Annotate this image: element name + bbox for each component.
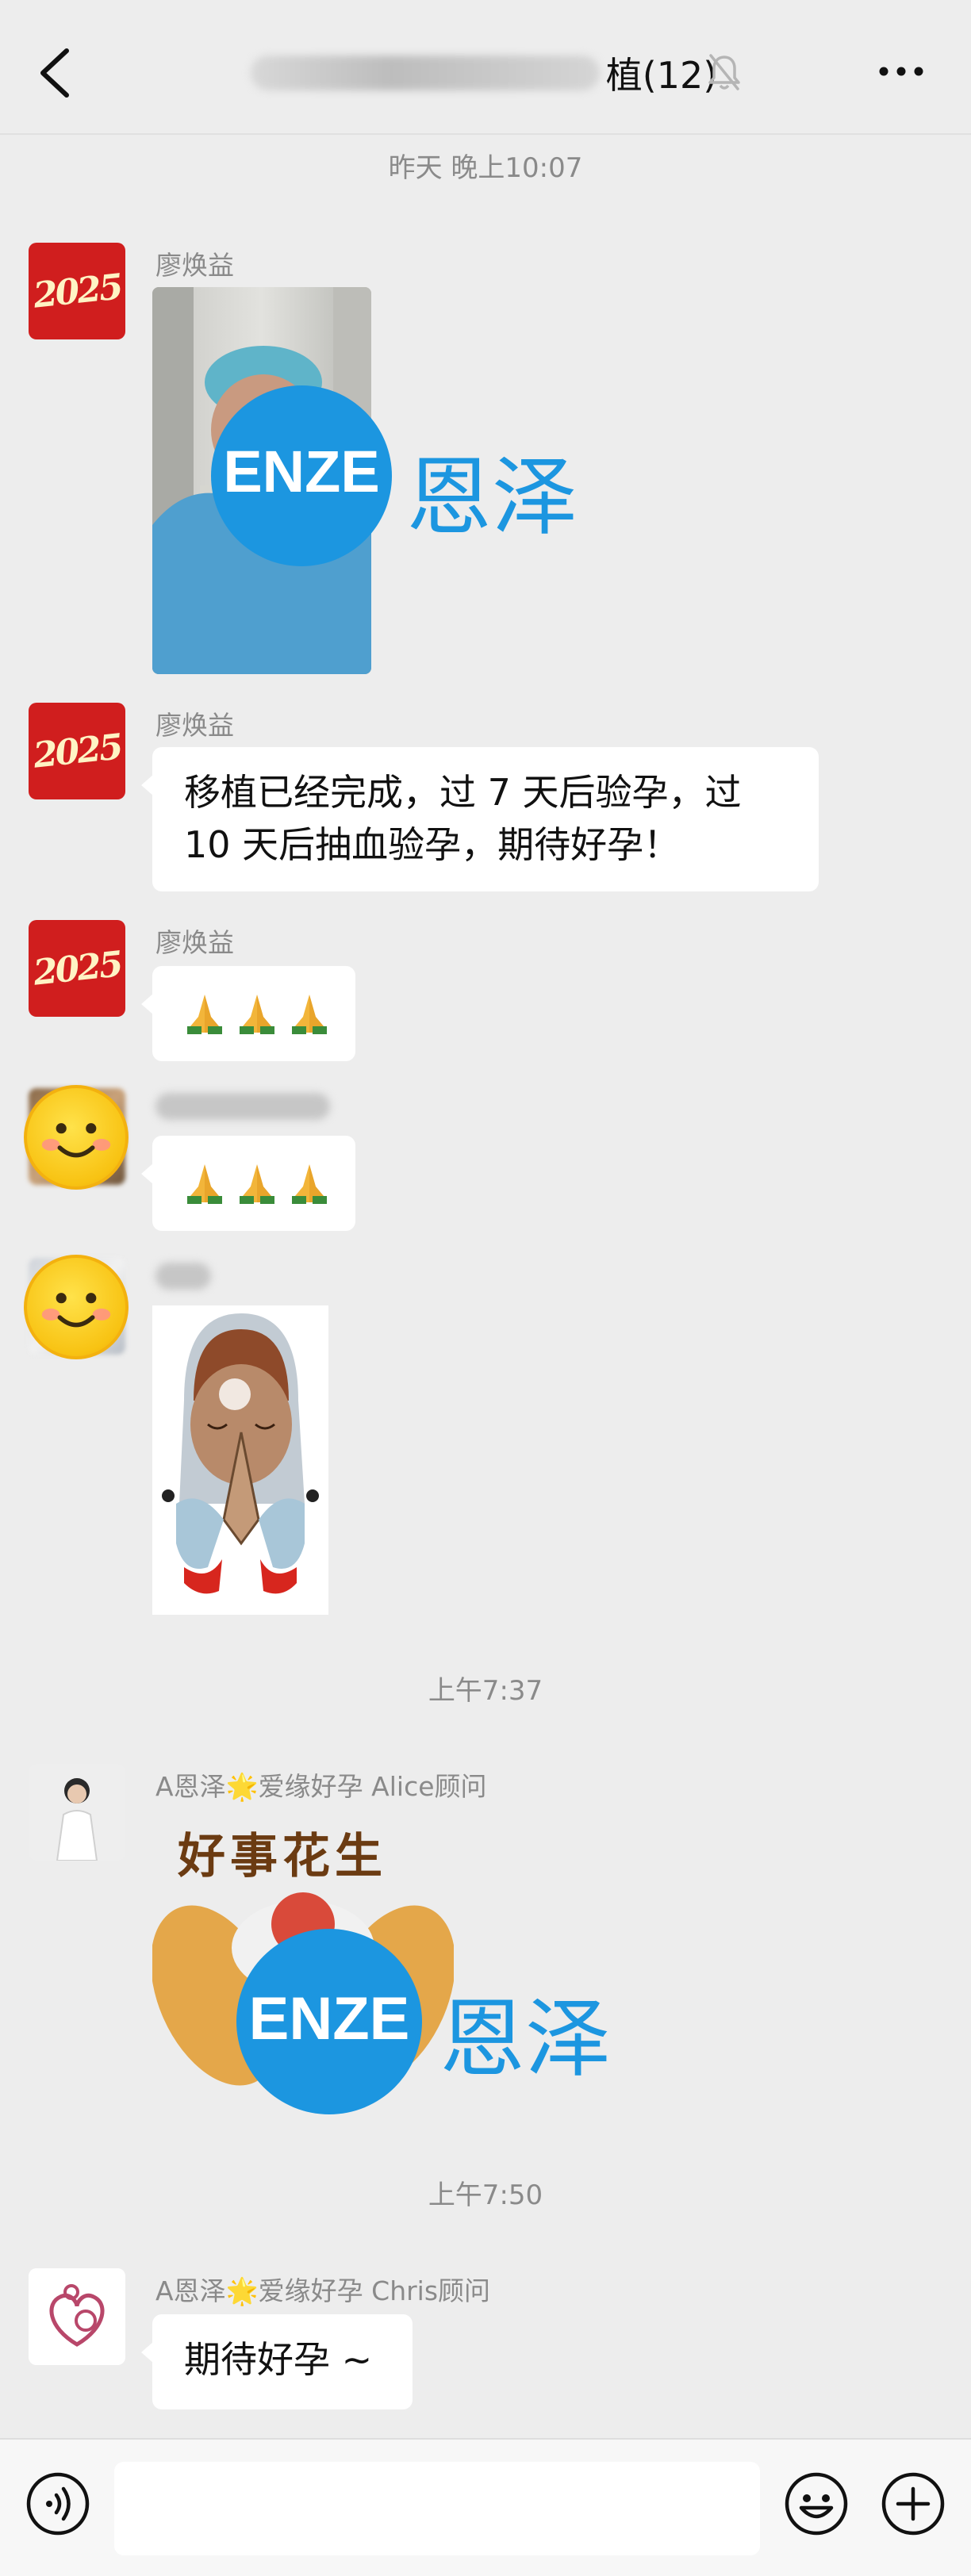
voice-icon[interactable] — [25, 2471, 90, 2536]
message-text-line: 10 天后抽血验孕，期待好孕！ — [184, 823, 681, 866]
blurred-sender-name — [155, 1263, 211, 1296]
pray-emoji-icon — [289, 991, 330, 1036]
praying-sticker — [152, 1305, 328, 1615]
avatar[interactable] — [29, 1764, 125, 1861]
watermark-cn-text: 恩泽 — [406, 448, 578, 547]
avatar[interactable] — [24, 1255, 129, 1359]
avatar[interactable]: 2025 — [29, 243, 125, 339]
pray-emoji-icon — [184, 1161, 225, 1206]
more-dots-icon[interactable] — [877, 63, 925, 79]
pray-emoji-icon — [236, 1161, 278, 1206]
chevron-left-icon[interactable] — [32, 44, 76, 102]
emoji-icon[interactable] — [784, 2471, 849, 2536]
text-message-bubble[interactable]: 期待好孕 ~ — [141, 2314, 413, 2409]
avatar[interactable]: 2025 — [29, 920, 125, 1017]
smiley-face-icon — [24, 1085, 129, 1190]
message-text-line: 移植已经完成，过 7 天后验孕，过 — [184, 771, 742, 814]
sender-name: A恩泽🌟爱缘好孕 Chris顾问 — [155, 2275, 491, 2306]
avatar[interactable] — [24, 1085, 129, 1190]
message-text-line: 期待好孕 ~ — [184, 2338, 373, 2381]
watermark-cn-text: 恩泽 — [439, 1990, 612, 2089]
text-message-bubble[interactable]: 移植已经完成，过 7 天后验孕，过 10 天后抽血验孕，期待好孕！ — [141, 747, 819, 891]
chat-title[interactable]: 植(12) — [214, 41, 754, 105]
pray-emoji-icon — [289, 1161, 330, 1206]
bell-muted-icon — [708, 54, 740, 90]
sender-name: A恩泽🌟爱缘好孕 Alice顾问 — [155, 1771, 487, 1802]
sender-name: 廖焕益 — [155, 710, 234, 741]
avatar-logo — [29, 2268, 125, 2365]
avatar-text: 2025 — [31, 726, 123, 776]
blurred-sender-name — [155, 1093, 330, 1126]
chat-input-bar — [0, 2438, 971, 2576]
avatar-photo — [29, 1764, 125, 1861]
chat-title-suffix: 植(12) — [605, 54, 718, 97]
sender-name: 廖焕益 — [155, 927, 234, 958]
sender-name: 廖焕益 — [155, 250, 234, 281]
watermark-enze-text: ENZE — [248, 1985, 410, 2053]
avatar-text: 2025 — [31, 266, 123, 316]
timestamp: 昨天 晚上10:07 — [388, 152, 583, 184]
timestamp: 上午7:50 — [428, 2179, 543, 2211]
message-input[interactable] — [114, 2462, 760, 2555]
watermark-enze-text: ENZE — [223, 439, 380, 504]
smiley-face-icon — [24, 1255, 129, 1359]
avatar-text: 2025 — [31, 943, 123, 994]
chat-header: 植(12) — [0, 0, 971, 135]
sticker-message[interactable] — [152, 1305, 328, 1615]
blurred-group-name — [250, 56, 600, 90]
pray-emoji-icon — [236, 991, 278, 1036]
pray-emoji-icon — [184, 991, 225, 1036]
plus-icon[interactable] — [881, 2471, 946, 2536]
emoji-message-bubble[interactable] — [141, 966, 355, 1061]
timestamp: 上午7:37 — [428, 1675, 543, 1707]
avatar[interactable] — [29, 2268, 125, 2365]
emoji-message-bubble[interactable] — [141, 1136, 355, 1231]
avatar[interactable]: 2025 — [29, 703, 125, 799]
